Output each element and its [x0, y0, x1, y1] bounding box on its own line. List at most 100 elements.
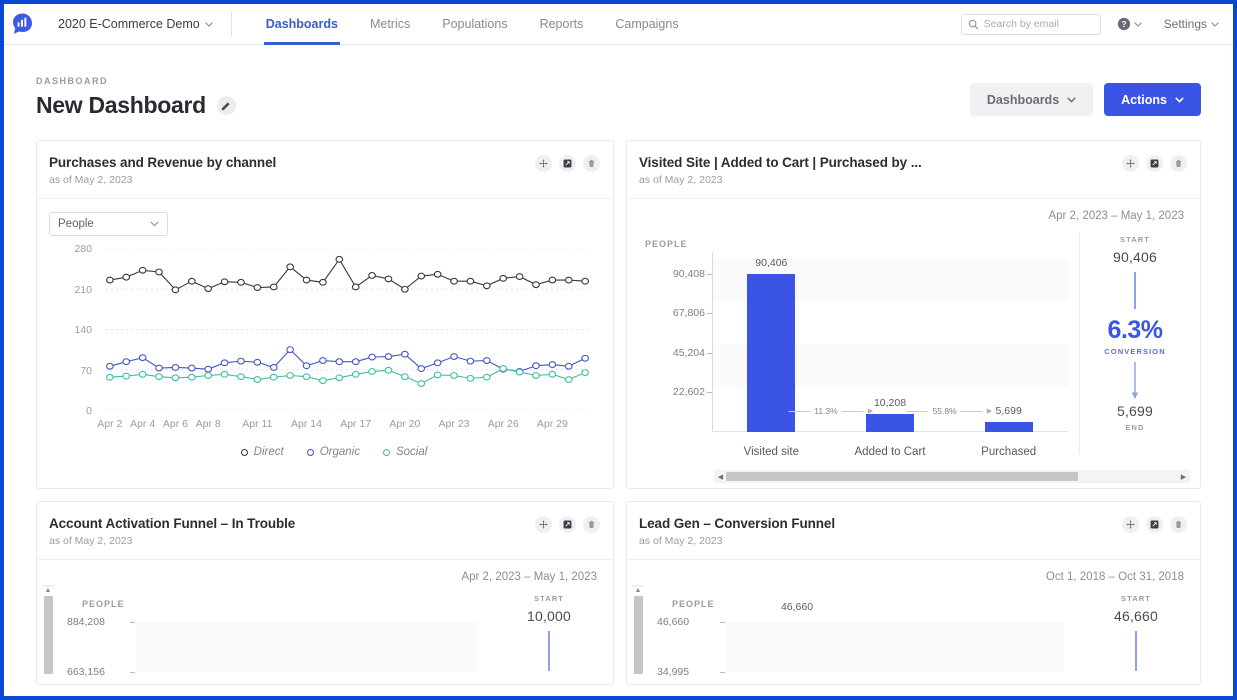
scroll-right-arrow-icon[interactable]: ▶: [1178, 473, 1189, 481]
line-chart-x-tick: Apr 6: [162, 418, 188, 430]
funnel-date-range: Apr 2, 2023 – May 1, 2023: [1048, 210, 1184, 222]
scrollbar-thumb[interactable]: [726, 472, 1078, 481]
page-title-row: New Dashboard: [36, 92, 236, 119]
funnel-bar-value: 90,406: [755, 256, 788, 269]
nav-tab-reports[interactable]: Reports: [524, 4, 600, 45]
settings-menu[interactable]: Settings: [1164, 17, 1219, 31]
move-icon[interactable]: [1122, 155, 1139, 172]
dashboards-button[interactable]: Dashboards: [969, 83, 1094, 116]
dashboard-title-group: DASHBOARD New Dashboard: [36, 76, 236, 119]
app-root: 2020 E-Commerce Demo Dashboards Metrics …: [4, 4, 1233, 696]
funnel-y-tick: 46,660: [657, 616, 690, 628]
page-title: New Dashboard: [36, 92, 206, 118]
funnel-chart-body: Apr 2, 2023 – May 1, 2023 PEOPLE 90,408 6…: [627, 199, 1200, 488]
arrow-right-icon: ▶: [867, 408, 874, 415]
move-icon[interactable]: [1122, 516, 1139, 533]
funnel-step-connector: 11.3% ▶: [788, 406, 873, 416]
trash-icon[interactable]: [1170, 516, 1187, 533]
card-subtitle: as of May 2, 2023: [49, 535, 133, 547]
move-icon[interactable]: [535, 516, 552, 533]
chevron-down-icon: [150, 221, 159, 227]
search-input[interactable]: [983, 18, 1096, 30]
funnel-tick-mark: [720, 671, 725, 673]
funnel-y-tick: 22,602: [672, 386, 705, 399]
funnel-tick-mark: [130, 671, 135, 673]
card-header: Account Activation Funnel – In Trouble a…: [37, 502, 613, 560]
trash-icon[interactable]: [583, 155, 600, 172]
expand-icon[interactable]: [559, 516, 576, 533]
funnel-vertical-scrollbar[interactable]: ▲: [632, 585, 644, 674]
legend-item-direct[interactable]: Direct: [240, 446, 284, 458]
card-visited-site-funnel: Visited Site | Added to Cart | Purchased…: [626, 140, 1201, 489]
scroll-up-arrow-icon[interactable]: ▲: [633, 586, 643, 596]
scrollbar-thumb[interactable]: [43, 596, 53, 674]
funnel-start-label: START: [1121, 594, 1151, 603]
funnel-summary: START 10,000: [493, 594, 605, 678]
metric-select[interactable]: People: [49, 212, 168, 236]
nav-tab-populations[interactable]: Populations: [426, 4, 523, 45]
funnel-y-axis-title: PEOPLE: [672, 599, 715, 609]
funnel-bar-value: 10,208: [873, 397, 907, 410]
legend-item-social[interactable]: Social: [382, 446, 427, 458]
project-selector[interactable]: 2020 E-Commerce Demo: [58, 17, 213, 31]
card-icon-group: [1122, 516, 1187, 533]
trash-icon[interactable]: [583, 516, 600, 533]
trash-icon[interactable]: [1170, 155, 1187, 172]
funnel-y-tick: 90,408: [672, 267, 705, 280]
scroll-left-arrow-icon[interactable]: ◀: [715, 473, 726, 481]
line-chart-y-tick: 0: [86, 405, 92, 417]
funnel-horizontal-scrollbar[interactable]: ◀ ▶: [714, 470, 1190, 483]
card-subtitle: as of May 2, 2023: [639, 535, 723, 547]
connector-line: [906, 410, 929, 412]
actions-button[interactable]: Actions: [1104, 83, 1201, 116]
funnel-bar[interactable]: [984, 422, 1033, 432]
analytics-logo-icon[interactable]: [10, 11, 36, 37]
breadcrumb: DASHBOARD: [36, 76, 108, 86]
funnel-connector-top: [1134, 272, 1136, 309]
funnel-tick-mark: [720, 621, 725, 623]
funnel-bar[interactable]: [866, 414, 914, 432]
expand-icon[interactable]: [1146, 516, 1163, 533]
scrollbar-thumb[interactable]: [633, 596, 643, 674]
expand-icon[interactable]: [1146, 155, 1163, 172]
line-chart-x-tick: Apr 14: [291, 418, 322, 430]
expand-icon[interactable]: [559, 155, 576, 172]
scroll-up-arrow-icon[interactable]: ▲: [43, 586, 53, 596]
nav-tab-dashboards[interactable]: Dashboards: [250, 4, 354, 45]
move-icon[interactable]: [535, 155, 552, 172]
line-chart-plot: [106, 249, 589, 410]
line-chart: 280 210 140 70 0 Apr 2 Apr 4 Apr 6 Apr 8 Apr 11 A…: [49, 243, 599, 434]
nav-tab-campaigns[interactable]: Campaigns: [599, 4, 694, 45]
funnel-y-axis-title: PEOPLE: [82, 599, 125, 609]
card-icon-group: [1122, 155, 1187, 172]
chevron-down-icon: [1211, 21, 1219, 27]
funnel-summary: START 90,406 6.3% CONVERSION 5,699 END: [1080, 235, 1190, 432]
line-chart-body: People 280 210 140 70 0 Apr 2 Apr 4 Apr 6 Apr 8…: [37, 199, 613, 488]
chevron-down-icon: [1067, 96, 1076, 103]
funnel-step-percent: 55.8%: [932, 406, 957, 416]
card-icon-group: [535, 155, 600, 172]
funnel-bar-value: 46,660: [780, 601, 814, 613]
search-box[interactable]: [960, 13, 1101, 35]
legend-item-organic[interactable]: Organic: [306, 446, 360, 458]
card-title: Visited Site | Added to Cart | Purchased…: [639, 155, 922, 170]
card-lead-gen-funnel: Lead Gen – Conversion Funnel as of May 2…: [626, 501, 1201, 685]
funnel-vertical-scrollbar[interactable]: ▲: [42, 585, 54, 674]
funnel-conversion-value: 6.3%: [1107, 316, 1163, 344]
browser-viewport: 2020 E-Commerce Demo Dashboards Metrics …: [0, 0, 1237, 700]
nav-tab-metrics[interactable]: Metrics: [354, 4, 426, 45]
funnel-y-tick: 45,204: [672, 346, 705, 359]
funnel-summary: START 46,660: [1080, 594, 1192, 678]
funnel-y-axis-title: PEOPLE: [645, 239, 688, 249]
line-chart-x-tick: Apr 8: [195, 418, 221, 430]
card-title: Purchases and Revenue by channel: [49, 155, 277, 170]
pencil-icon[interactable]: [216, 96, 236, 115]
line-chart-svg: [106, 249, 589, 410]
funnel-band: [136, 622, 477, 672]
funnel-area: PEOPLE 90,408 67,806 45,204 22,602 90,406 10…: [627, 233, 1200, 488]
help-menu[interactable]: ?: [1117, 17, 1142, 31]
funnel-step-connector: 55.8% ▶: [906, 406, 992, 416]
settings-label: Settings: [1163, 17, 1207, 31]
funnel-band: [726, 622, 1064, 672]
line-chart-y-tick: 140: [74, 324, 92, 336]
